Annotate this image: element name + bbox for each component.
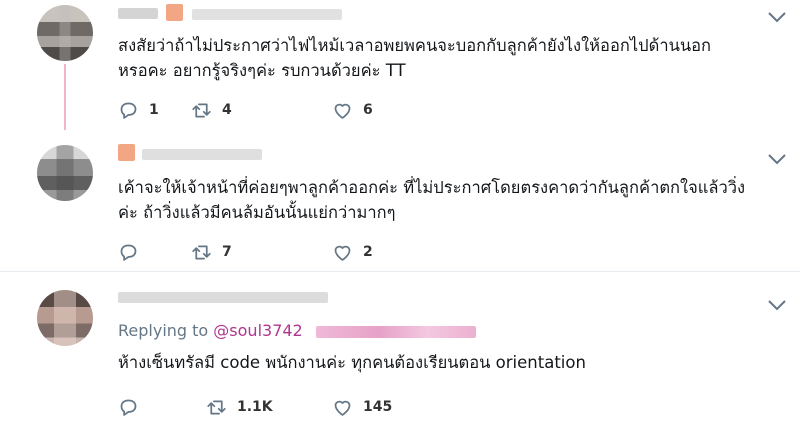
author-name-blurred[interactable]	[118, 292, 328, 303]
heart-icon	[334, 400, 351, 416]
chevron-down-icon[interactable]	[766, 10, 788, 24]
like-count: 2	[363, 244, 373, 260]
retweet-count: 1.1K	[237, 399, 273, 415]
reply-button[interactable]	[118, 241, 149, 263]
tweet-text-line: เค้าจะให้เจ้าหน้าที่ค่อยๆพาลูกค้าออกค่ะ …	[118, 178, 746, 197]
reply-button[interactable]	[118, 396, 149, 418]
heart-icon	[334, 245, 351, 261]
replying-to-handle[interactable]: @soul3742	[213, 321, 302, 340]
tweet-2: เค้าจะให้เจ้าหน้าที่ค่อยๆพาลูกค้าออกค่ะ …	[0, 140, 800, 271]
author-name-blurred[interactable]	[142, 149, 262, 160]
retweet-count: 7	[222, 244, 232, 260]
retweet-button[interactable]: 4	[191, 99, 232, 121]
replying-to-label: Replying to	[118, 321, 209, 340]
like-button[interactable]: 145	[332, 396, 392, 418]
avatar[interactable]	[37, 5, 93, 61]
tweet-actions: 7 2	[118, 241, 418, 263]
tweet-actions: 1 4 6	[118, 99, 418, 121]
tweet-text-line: ค่ะ ถ้าวิ่งแล้วมีคนล้มอันนั้นแย่กว่ามากๆ	[118, 203, 396, 222]
reply-icon	[120, 102, 137, 119]
retweet-count: 4	[222, 102, 232, 118]
retweet-button[interactable]: 1.1K	[206, 396, 273, 418]
chevron-down-icon[interactable]	[766, 298, 788, 312]
tweet-text-line: ห้างเซ็นทรัลมี code พนักงานค่ะ ทุกคนต้อง…	[118, 353, 586, 372]
like-button[interactable]: 6	[332, 99, 373, 121]
reply-icon	[120, 399, 137, 416]
heart-icon	[334, 103, 351, 119]
profile-badge-icon	[118, 144, 135, 161]
like-button[interactable]: 2	[332, 241, 373, 263]
like-count: 6	[363, 102, 373, 118]
tweet-text: สงสัยว่าถ้าไม่ประกาศว่าไฟไหม้เวลาอพยพคนจ…	[118, 33, 711, 83]
replying-to-handle-blurred[interactable]	[315, 325, 476, 338]
tweet-actions: 1.1K 145	[118, 396, 438, 418]
retweet-icon	[207, 400, 226, 414]
reply-count: 1	[149, 102, 159, 118]
tweet-text: เค้าจะให้เจ้าหน้าที่ค่อยๆพาลูกค้าออกค่ะ …	[118, 175, 745, 225]
reply-icon	[120, 244, 137, 261]
avatar[interactable]	[37, 290, 93, 346]
tweet-1: สงสัยว่าถ้าไม่ประกาศว่าไฟไหม้เวลาอพยพคนจ…	[0, 0, 800, 140]
avatar[interactable]	[37, 145, 93, 201]
retweet-icon	[192, 245, 211, 259]
author-handle-blurred[interactable]	[192, 9, 342, 20]
reply-button[interactable]: 1	[118, 99, 159, 121]
retweet-button[interactable]: 7	[191, 241, 232, 263]
tweet-text-line: สงสัยว่าถ้าไม่ประกาศว่าไฟไหม้เวลาอพยพคนจ…	[118, 36, 712, 55]
replying-to: Replying to @soul3742	[118, 320, 476, 342]
tweet-text: ห้างเซ็นทรัลมี code พนักงานค่ะ ทุกคนต้อง…	[118, 350, 586, 375]
author-name-blurred[interactable]	[118, 8, 158, 19]
profile-badge-icon	[166, 4, 183, 21]
chevron-down-icon[interactable]	[766, 152, 788, 166]
tweet-text-line: หรอคะ อยากรู้จริงๆค่ะ รบกวนด้วยค่ะ TT	[118, 61, 406, 80]
thread-line	[64, 64, 66, 130]
like-count: 145	[363, 399, 393, 415]
retweet-icon	[192, 103, 211, 117]
